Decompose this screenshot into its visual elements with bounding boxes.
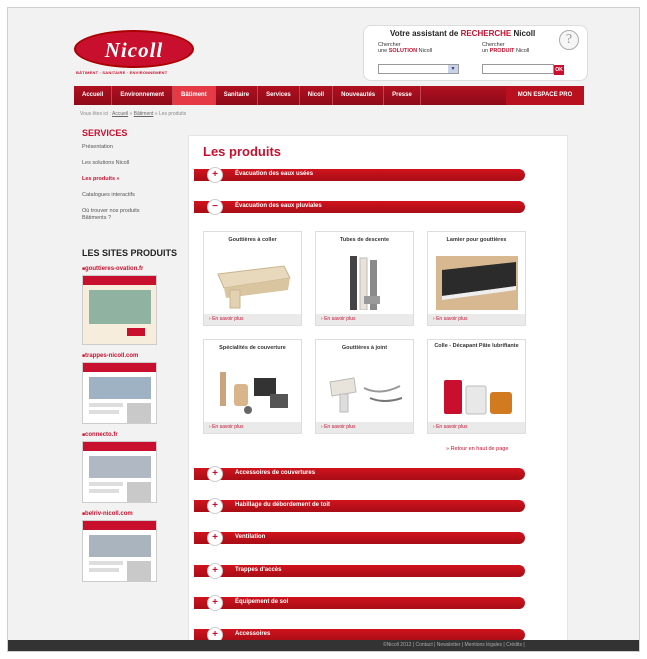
plus-icon[interactable]: + <box>207 498 223 514</box>
assistant-title: Votre assistant de RECHERCHE Nicoll <box>390 29 536 38</box>
main-nav: Accueil Environnement Bâtiment Sanitaire… <box>74 86 584 105</box>
services-title: SERVICES <box>82 128 128 138</box>
page-frame: Nicoll BÂTIMENT · SANITAIRE · ENVIRONNEM… <box>7 7 640 652</box>
plus-icon[interactable]: + <box>207 167 223 183</box>
breadcrumb-current: Les produits <box>158 111 187 117</box>
en-savoir-plus-link[interactable]: En savoir plus <box>316 314 413 325</box>
site-link[interactable]: gouttieres-ovation.fr <box>82 266 188 272</box>
site-link[interactable]: connecto.fr <box>82 432 188 438</box>
breadcrumb-section[interactable]: Bâtiment <box>134 111 154 117</box>
site-link[interactable]: belriv-nicoll.com <box>82 511 188 517</box>
site-trappes: trappes-nicoll.com <box>82 353 188 424</box>
accordion-habillage[interactable]: + Habillage du débordement de toit <box>194 498 525 514</box>
sidebar-item-produits[interactable]: Les produits » <box>82 176 188 183</box>
site-ovation: gouttieres-ovation.fr <box>82 266 188 345</box>
solution-search-label: Chercher une SOLUTION Nicoll <box>378 42 433 54</box>
site-connecto: connecto.fr <box>82 432 188 503</box>
solution-select[interactable]: ▼ <box>378 64 459 74</box>
product-search-label: Chercher un PRODUIT Nicoll <box>482 42 530 54</box>
sidebar-item-catalogues[interactable]: Catalogues interactifs <box>82 192 188 199</box>
mon-espace-pro-button[interactable]: MON ESPACE PRO <box>506 86 584 105</box>
product-card-gouttieres-joint[interactable]: Gouttières à joint En savoir plus <box>315 339 414 434</box>
breadcrumb-home[interactable]: Accueil <box>112 111 128 117</box>
sites-title: LES SITES PRODUITS <box>82 248 178 258</box>
nav-nicoll[interactable]: Nicoll <box>300 86 334 105</box>
main-content: Les produits + Évacuation des eaux usées… <box>188 135 568 645</box>
product-search-input[interactable]: OK <box>482 64 564 75</box>
sidebar-item-presentation[interactable]: Présentation <box>82 144 188 151</box>
nav-environnement[interactable]: Environnement <box>112 86 174 105</box>
glue-image <box>444 380 512 415</box>
site-thumbnail[interactable] <box>82 520 157 582</box>
sidebar-item-solutions[interactable]: Les solutions Nicoll <box>82 160 188 167</box>
gutter-image <box>217 265 291 309</box>
back-to-top-link[interactable]: » Retour en haut de page <box>446 446 508 452</box>
logo-tagline: BÂTIMENT · SANITAIRE · ENVIRONNEMENT <box>76 70 168 75</box>
search-assistant: Votre assistant de RECHERCHE Nicoll ? Ch… <box>363 25 588 81</box>
roofing-parts-image <box>220 372 288 414</box>
chevron-down-icon[interactable]: ▼ <box>448 65 458 73</box>
minus-icon[interactable]: − <box>207 199 223 215</box>
nav-presse[interactable]: Presse <box>384 86 421 105</box>
plus-icon[interactable]: + <box>207 466 223 482</box>
en-savoir-plus-link[interactable]: En savoir plus <box>204 314 301 325</box>
accordion-equipement-sol[interactable]: + Équipement de sol <box>194 595 525 611</box>
nicoll-logo[interactable]: Nicoll <box>74 30 194 68</box>
en-savoir-plus-link[interactable]: En savoir plus <box>316 422 413 433</box>
plus-icon[interactable]: + <box>207 595 223 611</box>
plus-icon[interactable]: + <box>207 530 223 546</box>
accordion-eaux-usees[interactable]: + Évacuation des eaux usées <box>194 167 525 183</box>
downpipe-image <box>350 256 380 310</box>
help-icon[interactable]: ? <box>559 30 579 50</box>
nav-services[interactable]: Services <box>258 86 300 105</box>
page-title: Les produits <box>203 144 282 159</box>
site-belriv: belriv-nicoll.com <box>82 511 188 582</box>
nav-sanitaire[interactable]: Sanitaire <box>216 86 259 105</box>
site-link[interactable]: trappes-nicoll.com <box>82 353 188 359</box>
site-thumbnail[interactable] <box>82 441 157 503</box>
gutter-joint-image <box>329 377 403 413</box>
accordion-ventilation[interactable]: + Ventilation <box>194 530 525 546</box>
nav-accueil[interactable]: Accueil <box>74 86 113 105</box>
sidebar-item-ou-trouver[interactable]: Où trouver nos produits Bâtiments ? <box>82 208 154 222</box>
product-card-tubes-descente[interactable]: Tubes de descente En savoir plus <box>315 231 414 326</box>
plus-icon[interactable]: + <box>207 563 223 579</box>
en-savoir-plus-link[interactable]: En savoir plus <box>428 314 525 325</box>
product-card-lamier[interactable]: Lamier pour gouttières En savoir plus <box>427 231 526 326</box>
footer: ©Nicoll 2012 | Contact | Newsletter | Me… <box>8 640 639 651</box>
sidebar: SERVICES Présentation Les solutions Nico… <box>74 125 188 590</box>
accordion-accessoires-couvertures[interactable]: + Accessoires de couvertures <box>194 466 525 482</box>
ok-button[interactable]: OK <box>554 65 564 75</box>
lamier-image <box>436 256 518 310</box>
product-card-specialites[interactable]: Spécialités de couverture En savoir plus <box>203 339 302 434</box>
breadcrumb-prefix: Vous êtes ici : <box>80 111 111 117</box>
footer-links[interactable]: ©Nicoll 2012 | Contact | Newsletter | Me… <box>383 642 525 648</box>
accordion-eaux-pluviales[interactable]: − Évacuation des eaux pluviales <box>194 199 525 215</box>
accordion-trappes[interactable]: + Trappes d'accès <box>194 563 525 579</box>
breadcrumb: Vous êtes ici : Accueil » Bâtiment » Les… <box>80 111 187 117</box>
nav-nouveautes[interactable]: Nouveautés <box>333 86 385 105</box>
site-thumbnail[interactable] <box>82 362 157 424</box>
product-card-colle[interactable]: Colle - Décapant Pâte lubrifiante En sav… <box>427 339 526 434</box>
en-savoir-plus-link[interactable]: En savoir plus <box>428 422 525 433</box>
en-savoir-plus-link[interactable]: En savoir plus <box>204 422 301 433</box>
nav-batiment[interactable]: Bâtiment <box>173 86 216 105</box>
product-card-gouttieres-coller[interactable]: Gouttières à coller En savoir plus <box>203 231 302 326</box>
site-thumbnail[interactable] <box>82 275 157 345</box>
